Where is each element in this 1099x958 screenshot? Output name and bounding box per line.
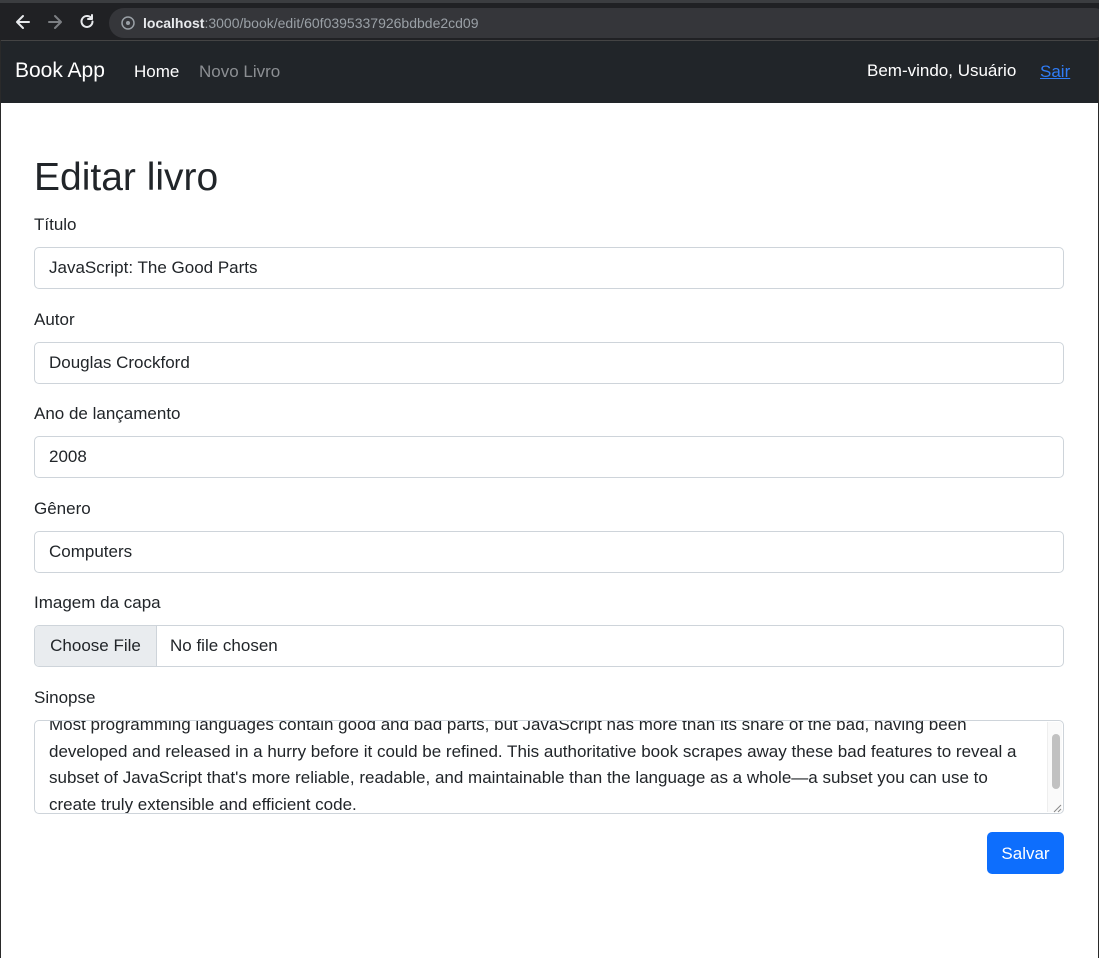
window-border-left	[0, 40, 1, 958]
back-icon[interactable]	[13, 12, 33, 32]
app-navbar: Book App Home Novo Livro Bem-vindo, Usuá…	[1, 40, 1098, 103]
synopsis-text[interactable]: Most programming languages contain good …	[49, 721, 1024, 813]
page-title: Editar livro	[34, 156, 219, 199]
choose-file-button[interactable]: Choose File	[35, 626, 157, 666]
forward-icon[interactable]	[45, 12, 65, 32]
url-text: localhost:3000/book/edit/60f0395337926bd…	[143, 15, 479, 31]
year-label: Ano de lançamento	[34, 404, 181, 423]
nav-link-new-book[interactable]: Novo Livro	[199, 62, 280, 82]
title-input[interactable]	[34, 247, 1064, 289]
title-label: Título	[34, 215, 77, 234]
site-info-icon[interactable]	[121, 16, 135, 30]
resize-grip-icon[interactable]	[1050, 800, 1062, 813]
logout-link[interactable]: Sair	[1040, 62, 1070, 82]
textarea-scroll-thumb[interactable]	[1052, 734, 1060, 789]
navbar-brand[interactable]: Book App	[15, 59, 105, 83]
welcome-text: Bem-vindo, Usuário	[867, 61, 1017, 80]
genre-label: Gênero	[34, 499, 91, 518]
synopsis-textarea[interactable]: Most programming languages contain good …	[34, 720, 1064, 814]
address-bar[interactable]: localhost:3000/book/edit/60f0395337926bd…	[109, 8, 1099, 38]
synopsis-label: Sinopse	[34, 688, 96, 707]
reload-icon[interactable]	[77, 12, 97, 32]
file-status-text: No file chosen	[170, 636, 278, 655]
url-host: localhost	[143, 15, 205, 31]
author-label: Autor	[34, 310, 75, 329]
genre-input[interactable]	[34, 531, 1064, 573]
year-input[interactable]	[34, 436, 1064, 478]
author-input[interactable]	[34, 342, 1064, 384]
cover-file-input[interactable]: Choose File No file chosen	[34, 625, 1064, 667]
nav-link-home[interactable]: Home	[134, 62, 179, 82]
cover-label: Imagem da capa	[34, 593, 161, 612]
browser-toolbar: localhost:3000/book/edit/60f0395337926bd…	[0, 0, 1099, 40]
url-path: :3000/book/edit/60f0395337926bdbde2cd09	[204, 15, 479, 31]
save-button[interactable]: Salvar	[987, 832, 1064, 874]
